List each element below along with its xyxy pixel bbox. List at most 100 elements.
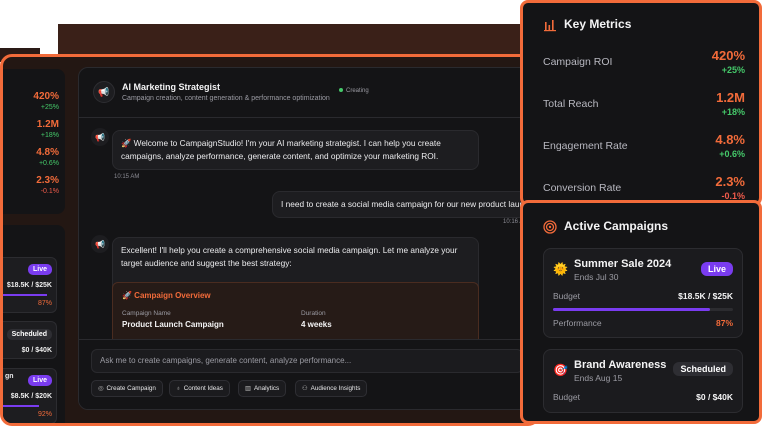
performance-value: 87%: [37, 300, 52, 307]
mini-campaign-card[interactable]: gn Live $8.5K / $20K 92%: [3, 368, 57, 423]
create-campaign-button[interactable]: ◎ Create Campaign: [91, 380, 163, 397]
button-label: Create Campaign: [106, 385, 156, 392]
mini-metric-change: +18%: [40, 132, 59, 139]
status-text: Creating: [346, 88, 369, 94]
performance-value: 92%: [37, 411, 52, 418]
duration-label: Duration: [301, 310, 326, 317]
lightbulb-icon: ♁: [176, 385, 181, 392]
active-campaigns-title: Active Campaigns: [564, 219, 669, 233]
performance-bar: [3, 405, 39, 407]
status-dot-icon: [339, 88, 343, 93]
active-campaigns-panel: Active Campaigns 🌞 Summer Sale 2024 Ends…: [520, 200, 762, 424]
campaign-name-value: Product Launch Campaign: [122, 320, 224, 329]
background-window-strip: [58, 24, 528, 58]
mini-metric-value: 1.2M: [36, 119, 59, 130]
bar-chart-icon: [544, 20, 556, 32]
mini-metric-value: 420%: [33, 91, 59, 102]
users-icon: ⚇: [302, 385, 308, 392]
live-badge: Live: [700, 262, 733, 276]
chart-icon: ▥: [245, 385, 251, 392]
budget-value: $18.5K / $25K: [6, 282, 52, 289]
campaign-name-fragment: gn: [5, 373, 14, 380]
scheduled-badge: Scheduled: [673, 362, 733, 376]
chat-input[interactable]: Ask me to create campaigns, generate con…: [91, 349, 523, 373]
budget-value: $0 / $40K: [21, 347, 52, 354]
mini-metric-value: 4.8%: [36, 147, 59, 158]
content-ideas-button[interactable]: ♁ Content Ideas: [169, 380, 230, 397]
assistant-message-text: Excellent! I'll help you create a compre…: [121, 245, 458, 268]
metric-change: +25%: [721, 65, 745, 75]
metric-engagement-rate: Engagement Rate 4.8% +0.6%: [543, 132, 745, 172]
budget-label: Budget: [553, 291, 580, 301]
campaign-name: Summer Sale 2024: [574, 258, 672, 270]
metric-label: Campaign ROI: [543, 56, 613, 68]
performance-bar: [3, 294, 47, 296]
metric-value: 420%: [711, 48, 745, 63]
budget-label: Budget: [553, 392, 580, 402]
campaign-end-date: Ends Jul 30: [574, 272, 619, 282]
mini-metric-change: +0.6%: [38, 160, 59, 167]
live-badge: Live: [27, 264, 52, 275]
campaign-card-summer-sale[interactable]: 🌞 Summer Sale 2024 Ends Jul 30 Live Budg…: [543, 248, 743, 338]
chat-panel: 📢 AI Marketing Strategist Campaign creat…: [78, 67, 534, 410]
mini-campaign-card[interactable]: Live $18.5K / $25K 87%: [3, 257, 57, 313]
budget-value: $8.5K / $20K: [10, 393, 52, 400]
metric-change: +0.6%: [719, 149, 745, 159]
status-indicator: Creating: [339, 88, 369, 94]
button-label: Audience Insights: [310, 385, 361, 392]
campaign-end-date: Ends Aug 15: [574, 373, 623, 383]
performance-label: Performance: [553, 318, 602, 328]
target-icon: ◎: [98, 385, 104, 392]
metric-label: Total Reach: [543, 98, 599, 110]
mini-campaigns-panel: Live $18.5K / $25K 87% Scheduled $0 / $4…: [3, 225, 65, 423]
metric-total-reach: Total Reach 1.2M +18%: [543, 90, 745, 130]
metric-value: 4.8%: [715, 132, 745, 147]
sun-icon: 🌞: [553, 262, 568, 276]
chat-composer: Ask me to create campaigns, generate con…: [79, 339, 533, 409]
budget-value: $18.5K / $25K: [678, 291, 733, 301]
mini-metric-change: -0.1%: [40, 188, 59, 195]
overview-title: 🚀 Campaign Overview: [122, 291, 211, 300]
mini-campaign-card[interactable]: Scheduled $0 / $40K: [3, 321, 57, 359]
mini-metric: 420% +25%: [3, 91, 59, 112]
campaign-studio-window: 420% +25% 1.2M +18% 4.8% +0.6% 2.3% -0.1…: [0, 54, 540, 426]
user-message: I need to create a social media campaign…: [272, 191, 529, 218]
mini-metric-change: +25%: [40, 104, 59, 111]
audience-insights-button[interactable]: ⚇ Audience Insights: [295, 380, 368, 397]
megaphone-icon: 📢: [91, 128, 109, 146]
mini-metric: 1.2M +18%: [3, 119, 59, 140]
metric-value: 2.3%: [715, 174, 745, 189]
target-icon: [543, 220, 557, 234]
assistant-message: 🚀 Welcome to CampaignStudio! I'm your AI…: [112, 130, 479, 170]
button-label: Content Ideas: [183, 385, 223, 392]
mini-metric: 4.8% +0.6%: [3, 147, 59, 168]
live-badge: Live: [27, 375, 52, 386]
budget-value: $0 / $40K: [696, 392, 733, 402]
mini-metric-value: 2.3%: [36, 175, 59, 186]
chat-header: 📢 AI Marketing Strategist Campaign creat…: [79, 68, 533, 118]
metric-campaign-roi: Campaign ROI 420% +25%: [543, 48, 745, 88]
metric-label: Engagement Rate: [543, 140, 628, 152]
metric-change: +18%: [721, 107, 745, 117]
chat-subtitle: Campaign creation, content generation & …: [122, 95, 330, 102]
analytics-button[interactable]: ▥ Analytics: [238, 380, 287, 397]
metric-label: Conversion Rate: [543, 182, 622, 194]
button-label: Analytics: [253, 385, 280, 392]
chat-title: AI Marketing Strategist: [122, 82, 221, 92]
mini-metric: 2.3% -0.1%: [3, 175, 59, 196]
campaign-name: Brand Awareness: [574, 359, 667, 371]
campaign-name-label: Campaign Name: [122, 310, 171, 317]
metric-value: 1.2M: [716, 90, 745, 105]
message-timestamp: 10:15 AM: [114, 174, 140, 180]
megaphone-icon: 📢: [93, 81, 115, 103]
performance-bar-fill: [553, 308, 710, 311]
key-metrics-panel: Key Metrics Campaign ROI 420% +25% Total…: [520, 0, 762, 206]
performance-bar: [553, 308, 733, 311]
duration-value: 4 weeks: [301, 320, 332, 329]
scheduled-badge: Scheduled: [6, 329, 52, 340]
campaign-card-brand-awareness[interactable]: 🎯 Brand Awareness Ends Aug 15 Scheduled …: [543, 349, 743, 413]
megaphone-icon: 📢: [91, 235, 109, 253]
mini-metrics-panel: 420% +25% 1.2M +18% 4.8% +0.6% 2.3% -0.1…: [3, 69, 65, 214]
performance-value: 87%: [715, 318, 733, 328]
key-metrics-title: Key Metrics: [564, 17, 632, 31]
